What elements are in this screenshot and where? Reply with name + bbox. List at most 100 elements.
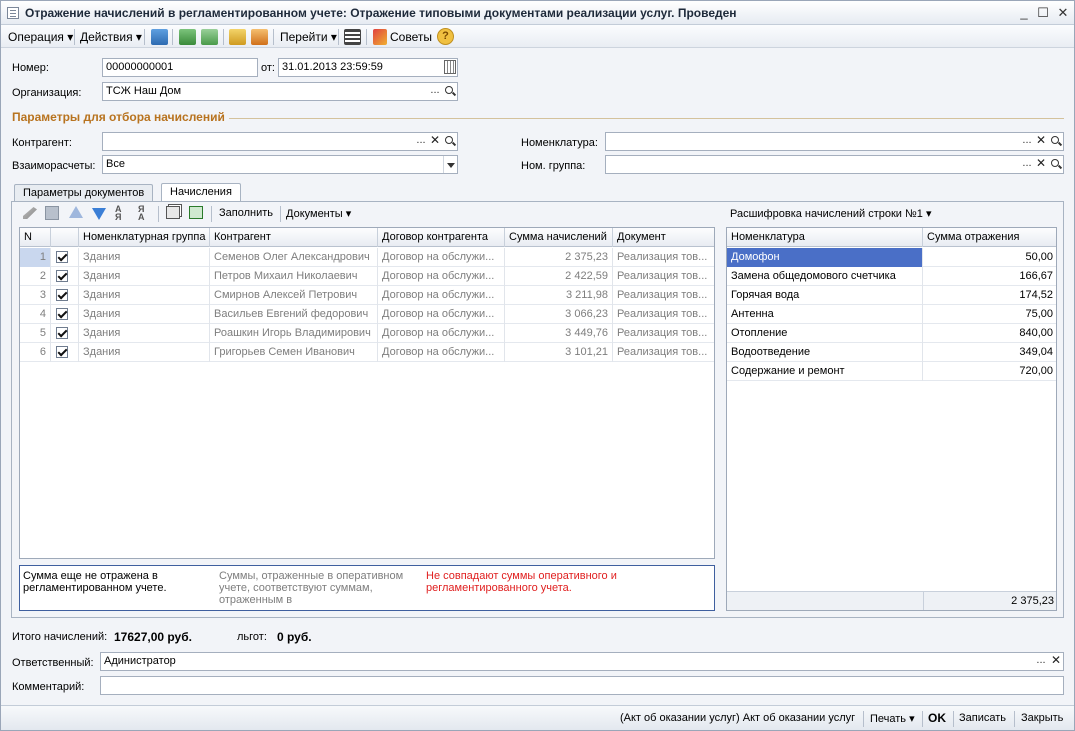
col-header-contract[interactable]: Договор контрагента [378, 228, 505, 247]
cell-nomenclature[interactable]: Антенна [727, 305, 923, 324]
nomenclature-select-button[interactable]: ... [1020, 133, 1034, 150]
cell-contract[interactable]: Договор на обслужи... [378, 305, 505, 324]
row-checkbox-cell[interactable] [51, 286, 79, 305]
check-all-icon[interactable] [189, 206, 203, 219]
cell-group[interactable]: Здания [79, 324, 210, 343]
cell-group[interactable]: Здания [79, 305, 210, 324]
cell-amount[interactable]: 3 101,21 [505, 343, 613, 362]
nom-group-field[interactable] [605, 155, 1064, 174]
sort-descending-icon[interactable]: ЯA [138, 205, 145, 222]
cell-contract[interactable]: Договор на обслужи... [378, 343, 505, 362]
row-checkbox-cell[interactable] [51, 324, 79, 343]
structure-icon[interactable] [229, 29, 246, 45]
cell-n[interactable]: 6 [20, 343, 51, 362]
list-icon[interactable] [344, 29, 361, 45]
cell-contract[interactable]: Договор на обслужи... [378, 324, 505, 343]
cell-amount[interactable]: 3 449,76 [505, 324, 613, 343]
nom-group-select-button[interactable]: ... [1020, 156, 1034, 173]
row-checkbox-cell[interactable] [51, 343, 79, 362]
cell-document[interactable]: Реализация тов... [613, 343, 714, 362]
comment-field[interactable] [100, 676, 1064, 695]
act-document-link[interactable]: (Акт об оказании услуг) Акт об оказании … [620, 712, 855, 724]
print-menu[interactable]: Печать ▾ [870, 712, 915, 725]
close-button[interactable]: Закрыть [1021, 712, 1063, 724]
breakdown-row[interactable]: Антенна 75,00 [727, 305, 1056, 324]
move-down-icon[interactable] [92, 208, 106, 220]
cell-group[interactable]: Здания [79, 286, 210, 305]
breakdown-row[interactable]: Отопление 840,00 [727, 324, 1056, 343]
organization-field[interactable]: ТСЖ Наш Дом [102, 82, 458, 101]
cell-document[interactable]: Реализация тов... [613, 267, 714, 286]
col-header-amount[interactable]: Сумма начислений [505, 228, 613, 247]
cell-nomenclature[interactable]: Водоотведение [727, 343, 923, 362]
sort-ascending-icon[interactable]: AЯ [115, 205, 122, 222]
row-checkbox[interactable] [56, 308, 68, 320]
date-field[interactable]: 31.01.2013 23:59:59 [278, 58, 458, 77]
cell-nomenclature[interactable]: Содержание и ремонт [727, 362, 923, 381]
calendar-icon[interactable] [444, 60, 456, 74]
contractor-select-button[interactable]: ... [414, 133, 428, 150]
refresh-icon[interactable] [201, 29, 218, 45]
tips-button[interactable]: Советы [390, 29, 432, 45]
responsible-select-button[interactable]: ... [1034, 653, 1048, 670]
contractor-clear-icon[interactable]: ✕ [428, 133, 442, 150]
cell-nomenclature[interactable]: Горячая вода [727, 286, 923, 305]
cell-reflection-amount[interactable]: 75,00 [923, 305, 1056, 324]
post-and-close-icon[interactable] [151, 29, 168, 45]
movements-icon[interactable] [251, 29, 268, 45]
settlements-select[interactable]: Все [102, 155, 458, 174]
contractor-search-icon[interactable] [443, 133, 457, 150]
goto-menu[interactable]: Перейти ▾ [280, 29, 337, 45]
cell-group[interactable]: Здания [79, 343, 210, 362]
cell-n[interactable]: 3 [20, 286, 51, 305]
documents-menu[interactable]: Документы ▾ [286, 207, 351, 220]
cell-amount[interactable]: 2 422,59 [505, 267, 613, 286]
cell-document[interactable]: Реализация тов... [613, 286, 714, 305]
breakdown-row[interactable]: Замена общедомового счетчика 166,67 [727, 267, 1056, 286]
cell-reflection-amount[interactable]: 720,00 [923, 362, 1056, 381]
row-checkbox[interactable] [56, 270, 68, 282]
cell-n[interactable]: 2 [20, 267, 51, 286]
cell-reflection-amount[interactable]: 166,67 [923, 267, 1056, 286]
help-icon[interactable]: ? [437, 28, 454, 45]
chevron-down-icon[interactable] [443, 156, 457, 173]
cell-reflection-amount[interactable]: 50,00 [923, 248, 1056, 267]
cell-contractor[interactable]: Семенов Олег Александрович [210, 248, 378, 267]
cell-contractor[interactable]: Петров Михаил Николаевич [210, 267, 378, 286]
nomenclature-search-icon[interactable] [1049, 133, 1063, 150]
ok-button[interactable]: OK [928, 711, 946, 725]
cell-contract[interactable]: Договор на обслужи... [378, 267, 505, 286]
nomenclature-clear-icon[interactable]: ✕ [1034, 133, 1048, 150]
actions-menu[interactable]: Действия ▾ [80, 29, 142, 45]
table-row[interactable]: 1 Здания Семенов Олег Александрович Договор… [20, 248, 714, 267]
table-row[interactable]: 4 Здания Васильев Евгений федорович Договор… [20, 305, 714, 324]
col-header-n[interactable]: N [20, 228, 51, 247]
row-checkbox[interactable] [56, 327, 68, 339]
maximize-button[interactable]: ☐ [1034, 4, 1052, 22]
post-icon[interactable] [179, 29, 196, 45]
nom-group-clear-icon[interactable]: ✕ [1034, 156, 1048, 173]
cell-nomenclature[interactable]: Домофон [727, 248, 923, 267]
table-row[interactable]: 5 Здания Роашкин Игорь Владимирович Договор… [20, 324, 714, 343]
col-header-reflection-amount[interactable]: Сумма отражения [923, 228, 1056, 247]
col-header-group[interactable]: Номенклатурная группа [79, 228, 210, 247]
col-header-check[interactable] [51, 228, 79, 247]
row-checkbox-cell[interactable] [51, 267, 79, 286]
cell-group[interactable]: Здания [79, 267, 210, 286]
col-header-contractor[interactable]: Контрагент [210, 228, 378, 247]
cell-reflection-amount[interactable]: 174,52 [923, 286, 1056, 305]
cell-document[interactable]: Реализация тов... [613, 324, 714, 343]
table-row[interactable]: 3 Здания Смирнов Алексей Петрович Договор н… [20, 286, 714, 305]
responsible-field[interactable]: Адинистратор [100, 652, 1064, 671]
tab-document-params[interactable]: Параметры документов [14, 184, 154, 202]
cell-n[interactable]: 5 [20, 324, 51, 343]
table-row[interactable]: 6 Здания Григорьев Семен Иванович Договор н… [20, 343, 714, 362]
cell-amount[interactable]: 3 211,98 [505, 286, 613, 305]
breakdown-row[interactable]: Домофон 50,00 [727, 248, 1056, 267]
cell-n[interactable]: 1 [20, 248, 51, 267]
cell-document[interactable]: Реализация тов... [613, 305, 714, 324]
col-header-document[interactable]: Документ [613, 228, 714, 247]
organization-search-icon[interactable] [443, 83, 457, 100]
tips-icon[interactable] [373, 29, 387, 45]
cell-contractor[interactable]: Григорьев Семен Иванович [210, 343, 378, 362]
